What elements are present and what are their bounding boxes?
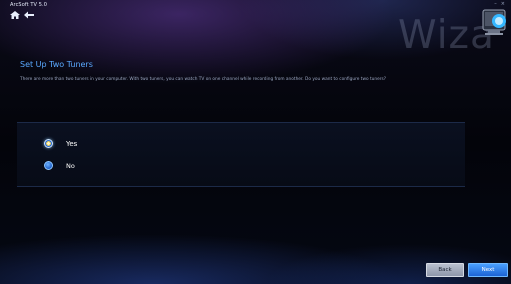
minimize-button[interactable]: –: [494, 1, 497, 7]
radio-button[interactable]: [44, 161, 53, 170]
radio-button-selected[interactable]: [44, 139, 53, 148]
close-button[interactable]: ×: [501, 1, 505, 7]
option-yes-label: Yes: [66, 139, 78, 148]
back-arrow-icon[interactable]: [23, 10, 35, 20]
back-button[interactable]: Back: [426, 263, 464, 277]
option-no[interactable]: No: [44, 161, 75, 170]
option-yes[interactable]: Yes: [44, 139, 77, 148]
page-title: Set Up Two Tuners: [20, 60, 93, 69]
next-button[interactable]: Next: [468, 263, 508, 277]
home-icon[interactable]: [9, 10, 21, 20]
wizard-watermark: Wiza: [398, 13, 495, 58]
wizard-tv-icon: [482, 9, 506, 35]
app-window: ArcSoft TV 5.0 – × Wiza Set Up Two Tuner…: [0, 0, 511, 284]
app-title: ArcSoft TV 5.0: [10, 2, 47, 8]
page-description: There are more than two tuners in your c…: [20, 77, 387, 82]
window-controls: – ×: [494, 1, 505, 7]
option-no-label: No: [66, 161, 75, 170]
options-panel: Yes No: [17, 122, 465, 187]
